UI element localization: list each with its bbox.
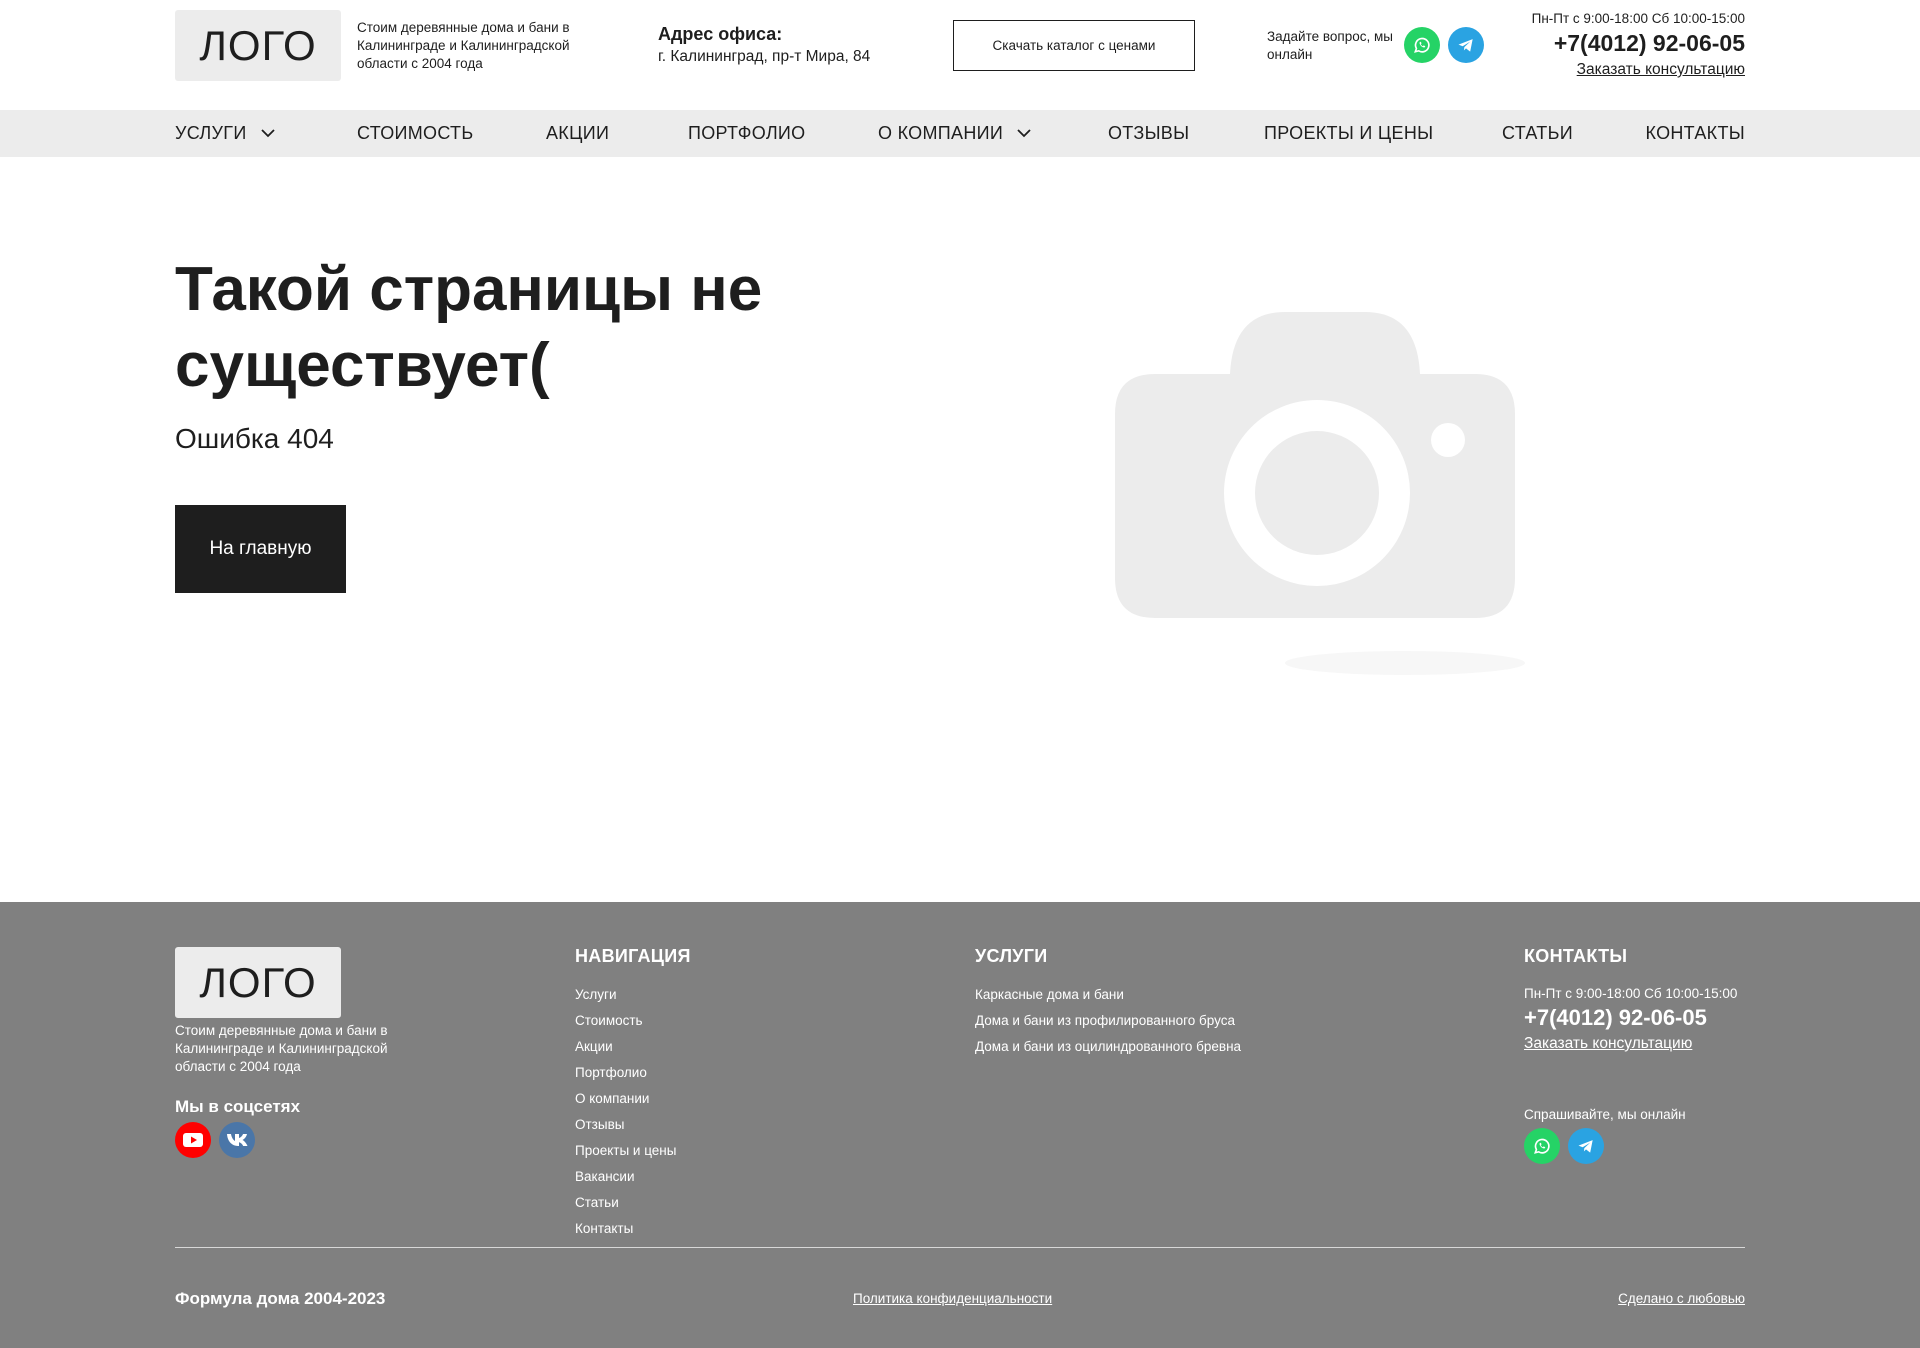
address-text: г. Калининград, пр-т Мира, 84 xyxy=(658,48,871,65)
footer-nav-link[interactable]: Портфолио xyxy=(575,1060,676,1086)
footer-nav-list: Услуги Стоимость Акции Портфолио О компа… xyxy=(575,982,676,1242)
youtube-icon[interactable] xyxy=(175,1122,211,1158)
nav-item-label: Отзывы xyxy=(1108,123,1190,143)
footer-nav-link[interactable]: Проекты и цены xyxy=(575,1138,676,1164)
footer-nav-link[interactable]: Контакты xyxy=(575,1216,676,1242)
footer-service-link[interactable]: Дома и бани из оцилиндрованного бревна xyxy=(975,1034,1241,1060)
footer-nav-link[interactable]: Акции xyxy=(575,1034,676,1060)
download-catalog-button[interactable]: Скачать каталог с ценами xyxy=(953,20,1195,71)
footer-contacts-title: Контакты xyxy=(1524,946,1628,966)
nav-item-label: Портфолио xyxy=(688,123,806,143)
nav-item-label: Акции xyxy=(546,123,610,143)
footer-divider xyxy=(175,1247,1745,1248)
made-with-love-link[interactable]: Сделано с любовью xyxy=(1618,1291,1745,1306)
footer-service-link[interactable]: Каркасные дома и бани xyxy=(975,982,1241,1008)
footer-phone-number[interactable]: +7(4012) 92-06-05 xyxy=(1524,1005,1707,1031)
order-consultation-link[interactable]: Заказать консультацию xyxy=(1577,61,1745,79)
telegram-icon[interactable] xyxy=(1448,27,1484,63)
main-nav: Услуги Стоимость Акции Портфолио О компа… xyxy=(0,110,1920,157)
nav-item-label: Контакты xyxy=(1645,123,1745,143)
nav-item-label: О компании xyxy=(878,123,1004,143)
nav-item-label: Услуги xyxy=(175,123,247,143)
nav-item-reviews[interactable]: Отзывы xyxy=(1108,123,1189,144)
privacy-policy-link[interactable]: Политика конфиденциальности xyxy=(853,1291,1052,1306)
header-tagline: Стоим деревянные дома и бани в Калинингр… xyxy=(357,20,570,71)
site-header: ЛОГО Стоим деревянные дома и бани в Кали… xyxy=(0,0,1920,110)
footer-services-title: Услуги xyxy=(975,946,1048,966)
footer-ask-text: Спрашивайте, мы онлайн xyxy=(1524,1107,1686,1122)
nav-item-label: Проекты и цены xyxy=(1264,123,1434,143)
chevron-down-icon xyxy=(260,129,275,138)
logo[interactable]: ЛОГО xyxy=(175,10,341,81)
nav-item-label: Стоимость xyxy=(357,123,474,143)
chevron-down-icon xyxy=(1017,129,1031,138)
whatsapp-icon[interactable] xyxy=(1404,27,1440,63)
vk-icon[interactable] xyxy=(219,1122,255,1158)
copyright: Формула дома 2004-2023 xyxy=(175,1289,386,1308)
telegram-icon[interactable] xyxy=(1568,1128,1604,1164)
error-subtitle: Ошибка 404 xyxy=(175,423,334,454)
footer-nav-title: Навигация xyxy=(575,946,691,966)
footer-logo[interactable]: ЛОГО xyxy=(175,947,341,1018)
page-title: Такой страницы не существует( xyxy=(175,255,763,400)
go-home-button[interactable]: На главную xyxy=(175,505,346,593)
nav-item-contacts[interactable]: Контакты xyxy=(1645,123,1745,144)
footer-work-hours: Пн-Пт с 9:00-18:00 Сб 10:00-15:00 xyxy=(1524,986,1738,1001)
footer-services-list: Каркасные дома и бани Дома и бани из про… xyxy=(975,982,1241,1060)
footer-tagline: Стоим деревянные дома и бани в Калинингр… xyxy=(175,1023,388,1074)
social-title: Мы в соцсетях xyxy=(175,1097,301,1116)
nav-item-portfolio[interactable]: Портфолио xyxy=(688,123,805,144)
phone-number[interactable]: +7(4012) 92-06-05 xyxy=(1554,30,1745,57)
nav-item-about[interactable]: О компании xyxy=(878,123,1031,144)
site-footer: ЛОГО Стоим деревянные дома и бани в Кали… xyxy=(0,902,1920,1348)
footer-nav-link[interactable]: Стоимость xyxy=(575,1008,676,1034)
footer-nav-link[interactable]: Отзывы xyxy=(575,1112,676,1138)
footer-consultation-link[interactable]: Заказать консультацию xyxy=(1524,1035,1692,1053)
footer-nav-link[interactable]: Статьи xyxy=(575,1190,676,1216)
whatsapp-icon[interactable] xyxy=(1524,1128,1560,1164)
camera-placeholder-icon xyxy=(1115,312,1525,675)
nav-item-cost[interactable]: Стоимость xyxy=(357,123,473,144)
footer-nav-link[interactable]: О компании xyxy=(575,1086,676,1112)
footer-nav-link[interactable]: Вакансии xyxy=(575,1164,676,1190)
ask-question-text: Задайте вопрос, мы онлайн xyxy=(1267,29,1393,62)
work-hours: Пн-Пт с 9:00-18:00 Сб 10:00-15:00 xyxy=(1531,11,1745,26)
nav-item-services[interactable]: Услуги xyxy=(175,123,275,144)
nav-item-articles[interactable]: Статьи xyxy=(1502,123,1573,144)
footer-nav-link[interactable]: Услуги xyxy=(575,982,676,1008)
nav-item-label: Статьи xyxy=(1502,123,1573,143)
footer-service-link[interactable]: Дома и бани из профилированного бруса xyxy=(975,1008,1241,1034)
nav-item-promotions[interactable]: Акции xyxy=(546,123,609,144)
address-title: Адрес офиса: xyxy=(658,24,783,44)
nav-item-projects[interactable]: Проекты и цены xyxy=(1264,123,1433,144)
